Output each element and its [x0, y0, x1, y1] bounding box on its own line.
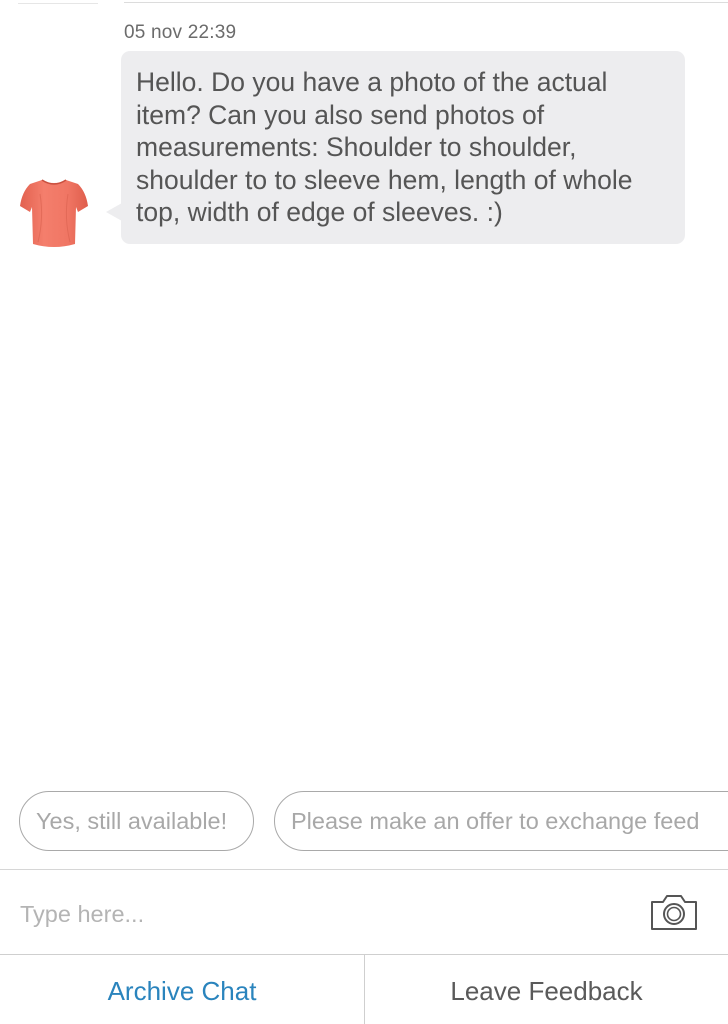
message-bubble[interactable]: Hello. Do you have a photo of the actual… [121, 51, 685, 244]
message-input[interactable] [20, 894, 620, 934]
top-divider-stub [18, 0, 98, 4]
coral-tshirt-icon [20, 179, 88, 247]
message-text: Hello. Do you have a photo of the actual… [136, 67, 633, 227]
top-divider [124, 2, 728, 3]
quick-reply-make-offer[interactable]: Please make an offer to exchange feed [274, 791, 728, 851]
archive-chat-button[interactable]: Archive Chat [0, 955, 364, 1024]
camera-icon [651, 895, 697, 930]
sender-avatar[interactable] [18, 174, 90, 252]
camera-button[interactable] [649, 892, 699, 932]
leave-feedback-button[interactable]: Leave Feedback [365, 955, 728, 1024]
message-timestamp: 05 nov 22:39 [124, 22, 237, 43]
quick-replies: Yes, still available! Please make an off… [0, 791, 728, 855]
bottom-action-bar: Archive Chat Leave Feedback [0, 955, 728, 1024]
quick-reply-still-available[interactable]: Yes, still available! [19, 791, 254, 851]
message-composer [0, 870, 728, 954]
message-bubble-tail [106, 203, 122, 221]
